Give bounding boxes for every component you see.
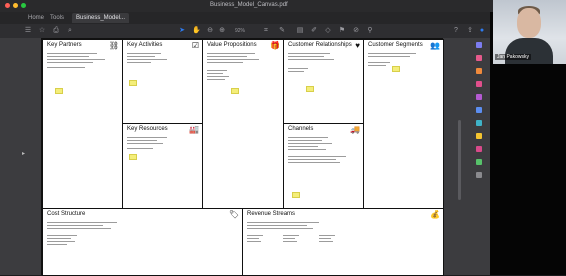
gift-icon: 🎁 <box>270 41 280 50</box>
tab-document[interactable]: Business_Model... <box>72 13 130 23</box>
key-resources-title: Key Resources <box>127 126 168 132</box>
shapes-icon[interactable]: ◇ <box>324 27 332 35</box>
key-resources-block: Key Resources 🏭 <box>122 123 203 209</box>
revenue-streams-block: Revenue Streams 💰 <box>242 208 444 276</box>
tool-icon-8[interactable] <box>476 133 482 139</box>
tool-icon-6[interactable] <box>476 107 482 113</box>
tab-bar: Home Tools Business_Model... <box>0 12 490 24</box>
zoom-out-icon[interactable]: ⊖ <box>206 27 214 35</box>
link-chain-icon: ⛓ <box>108 41 119 50</box>
users-icon: 👥 <box>430 41 440 50</box>
customer-relationships-block: Customer Relationships ♥ <box>283 39 364 124</box>
participant-face <box>517 8 541 38</box>
sticky-note[interactable] <box>129 80 137 86</box>
search-icon[interactable]: ⌕ <box>66 27 74 35</box>
account-icon[interactable]: ● <box>478 27 486 35</box>
left-panel-arrow-icon[interactable]: ▸ <box>22 150 25 157</box>
revenue-streams-title: Revenue Streams <box>247 211 296 217</box>
select-tool-icon[interactable]: ➤ <box>178 27 186 35</box>
video-tile[interactable]: Jan Pakowsky <box>493 0 566 64</box>
tool-icon-1[interactable] <box>476 42 482 48</box>
sticky-note[interactable] <box>392 66 400 72</box>
key-partners-block: Key Partners ⛓ <box>42 39 123 209</box>
customer-segments-block: Customer Segments 👥 <box>363 39 444 209</box>
tool-icon-11[interactable] <box>476 172 482 178</box>
vertical-scrollbar[interactable] <box>458 120 461 200</box>
highlight-icon[interactable]: ▤ <box>296 27 304 35</box>
tool-icon-4[interactable] <box>476 81 482 87</box>
star-icon[interactable]: ☆ <box>38 27 46 35</box>
tag-icon: 🏷 <box>228 210 239 219</box>
stamp-icon[interactable]: ⚑ <box>338 27 346 35</box>
sidebar-toggle-icon[interactable]: ☰ <box>24 27 32 35</box>
customer-relationships-title: Customer Relationships <box>288 42 352 48</box>
tool-icon-7[interactable] <box>476 120 482 126</box>
close-window-button[interactable] <box>5 3 10 8</box>
comment-icon[interactable]: ✎ <box>278 27 286 35</box>
sticky-note[interactable] <box>306 86 314 92</box>
window-controls <box>5 3 26 8</box>
print-icon[interactable]: ⎙ <box>52 27 60 35</box>
checkbox-icon: ☑ <box>191 41 199 50</box>
hand-tool-icon[interactable]: ✋ <box>192 27 201 35</box>
channels-block: Channels 🚚 <box>283 123 364 209</box>
zoom-level[interactable]: 92% <box>232 27 248 35</box>
window-title: Business_Model_Canvas.pdf <box>210 2 288 8</box>
tool-icon-2[interactable] <box>476 55 482 61</box>
crop-icon[interactable]: ⌗ <box>262 27 270 35</box>
link-icon[interactable]: ⊘ <box>352 27 360 35</box>
key-activities-block: Key Activities ☑ <box>122 39 203 124</box>
cost-structure-block: Cost Structure 🏷 <box>42 208 243 276</box>
tool-icon-9[interactable] <box>476 146 482 152</box>
key-partners-title: Key Partners <box>47 42 82 48</box>
sticky-note[interactable] <box>231 88 239 94</box>
channels-title: Channels <box>288 126 314 132</box>
zoom-in-icon[interactable]: ⊕ <box>218 27 226 35</box>
factory-icon: 🏭 <box>189 125 199 134</box>
tool-icon-5[interactable] <box>476 94 482 100</box>
key-activities-title: Key Activities <box>127 42 163 48</box>
value-propositions-title: Value Propositions <box>207 42 257 48</box>
help-icon[interactable]: ? <box>452 27 460 35</box>
side-toolbar <box>472 42 486 178</box>
title-bar: Business_Model_Canvas.pdf <box>0 0 566 12</box>
tab-home[interactable]: Home <box>24 13 48 23</box>
pdf-page: Key Partners ⛓ Key Activities ☑ Key Reso… <box>41 38 444 276</box>
share-icon[interactable]: ⇪ <box>466 27 474 35</box>
pen-icon[interactable]: ✐ <box>310 27 318 35</box>
customer-segments-title: Customer Segments <box>368 42 423 48</box>
value-propositions-block: Value Propositions 🎁 <box>202 39 284 209</box>
cost-structure-title: Cost Structure <box>47 211 86 217</box>
sticky-note[interactable] <box>129 154 137 160</box>
truck-icon: 🚚 <box>350 125 360 134</box>
tab-tools[interactable]: Tools <box>46 13 68 23</box>
toolbar: ☰ ☆ ⎙ ⌕ ➤ ✋ ⊖ ⊕ 92% ⌗ ✎ ▤ ✐ ◇ ⚑ ⊘ ⚲ ? ⇪ … <box>0 24 490 38</box>
tool-icon-3[interactable] <box>476 68 482 74</box>
sticky-note[interactable] <box>292 192 300 198</box>
sticky-note[interactable] <box>55 88 63 94</box>
participant-name: Jan Pakowsky <box>495 54 531 60</box>
heart-icon: ♥ <box>355 41 360 50</box>
tool-icon-10[interactable] <box>476 159 482 165</box>
minimize-window-button[interactable] <box>13 3 18 8</box>
find-icon[interactable]: ⚲ <box>366 27 374 35</box>
money-bag-icon: 💰 <box>430 210 440 219</box>
participant-shirt <box>505 38 553 64</box>
zoom-window-button[interactable] <box>21 3 26 8</box>
